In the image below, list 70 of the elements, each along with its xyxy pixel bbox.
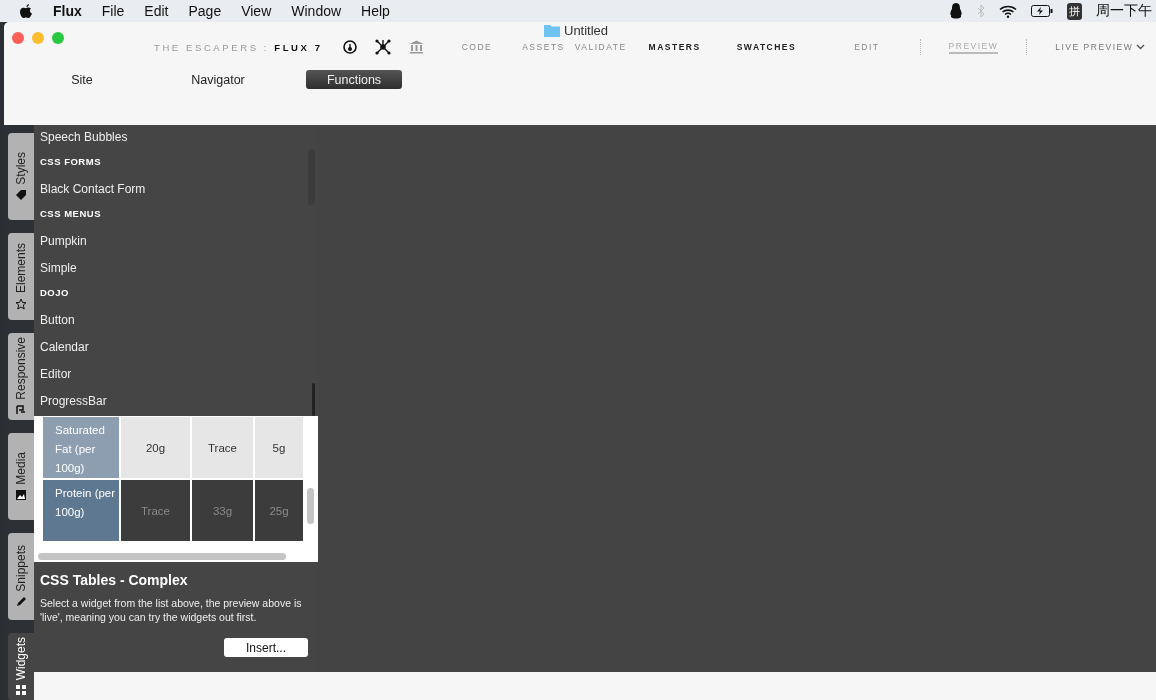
toolbar-tab[interactable]: VALIDATE: [574, 42, 627, 52]
chevron-icon: [1136, 44, 1146, 50]
table-cell: Trace: [191, 416, 254, 479]
grid-icon: [15, 684, 27, 697]
star-icon: [15, 297, 27, 310]
widget-list-item[interactable]: Black Contact Form: [40, 177, 318, 204]
side-tab[interactable]: Responsive: [8, 333, 34, 420]
widget-list-item[interactable]: Editor: [40, 362, 318, 389]
table-cell: Trace: [120, 479, 191, 542]
widget-list-item[interactable]: Pumpkin: [40, 229, 318, 256]
widget-list-item[interactable]: Simple: [40, 256, 318, 283]
app-menu[interactable]: Flux: [53, 3, 82, 19]
window-title: Untitled: [564, 23, 609, 38]
toolbar-tab[interactable]: SWATCHES: [736, 42, 797, 52]
widget-description: Select a widget from the list above, the preview above is 'live', meaning you can try the widgets out first.: [40, 596, 303, 624]
project-title: THE ESCAPERS : FLUX 7: [154, 41, 323, 53]
tag-icon: [15, 188, 27, 201]
live-preview-dropdown[interactable]: LIVE PREVIEW: [1055, 42, 1146, 52]
wifi-icon[interactable]: [999, 4, 1017, 18]
battery-icon[interactable]: [1031, 5, 1053, 17]
penguin-icon[interactable]: [949, 3, 963, 19]
menu-item[interactable]: File: [101, 3, 125, 19]
menu-item[interactable]: Page: [188, 3, 222, 19]
menu-clock[interactable]: 周一下午: [1096, 2, 1152, 20]
minimize-button[interactable]: [32, 32, 44, 44]
widget-list-item[interactable]: Calendar: [40, 335, 318, 362]
table-cell: 33g: [191, 479, 254, 542]
gauge-icon[interactable]: [342, 40, 357, 54]
network-icon[interactable]: [374, 39, 391, 55]
insert-button[interactable]: Insert...: [224, 638, 308, 657]
widget-list-item[interactable]: Button: [40, 308, 318, 335]
side-tab[interactable]: Styles: [8, 133, 34, 220]
folder-icon: [544, 24, 560, 37]
row-header: Protein (per 100g): [42, 479, 120, 542]
scrollbar[interactable]: [38, 553, 286, 560]
table-cell: 25g: [254, 479, 304, 542]
widget-list-item[interactable]: Speech Bubbles: [40, 125, 318, 152]
row-header: Saturated Fat (per 100g): [42, 416, 120, 479]
bluetooth-icon[interactable]: [977, 4, 985, 18]
side-tab[interactable]: Widgets: [8, 633, 34, 700]
device-icon: [15, 403, 27, 416]
image-icon: [15, 488, 27, 501]
toolbar-tab[interactable]: MASTERS: [648, 42, 701, 52]
menu-item[interactable]: Window: [291, 3, 342, 19]
list-heading: DOJO: [40, 286, 70, 300]
toolbar-tab[interactable]: CODE: [461, 42, 493, 52]
toolbar-tab[interactable]: ASSETS: [522, 42, 565, 52]
menu-item[interactable]: View: [241, 3, 272, 19]
zoom-button[interactable]: [52, 32, 64, 44]
widget-title: CSS Tables - Complex: [40, 572, 189, 588]
panel-tab[interactable]: Navigator: [170, 70, 266, 89]
table-cell: 5g: [254, 416, 304, 479]
menu-item[interactable]: Edit: [144, 3, 169, 19]
panel-tab[interactable]: Functions: [306, 70, 402, 89]
menu-item[interactable]: Help: [361, 3, 390, 19]
scrollbar[interactable]: [307, 488, 314, 524]
widget-list-item[interactable]: ProgressBar: [40, 389, 318, 416]
close-button[interactable]: [12, 32, 24, 44]
list-heading: CSS MENUS: [40, 207, 102, 221]
list-heading: CSS FORMS: [40, 155, 102, 169]
side-tab[interactable]: Snippets: [8, 533, 34, 620]
pencil-icon: [15, 595, 27, 608]
scrollbar[interactable]: [312, 383, 315, 416]
input-method-indicator[interactable]: 拼: [1067, 2, 1082, 20]
table-cell: 20g: [120, 416, 191, 479]
apple-icon[interactable]: [20, 3, 33, 19]
panel-tab[interactable]: Site: [34, 70, 130, 89]
side-tab[interactable]: Media: [8, 433, 34, 520]
side-tab[interactable]: Elements: [8, 233, 34, 320]
bank-icon[interactable]: [408, 40, 424, 54]
